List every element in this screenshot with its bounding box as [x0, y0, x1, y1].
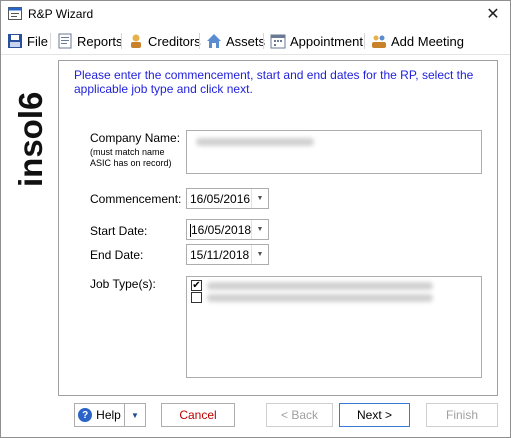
house-icon: [207, 34, 221, 48]
wizard-panel: Please enter the commencement, start and…: [58, 60, 498, 396]
chevron-down-icon: ▼: [131, 410, 139, 420]
job-type-label: Job Type(s):: [90, 277, 156, 291]
cancel-button[interactable]: Cancel: [161, 403, 235, 427]
menu-add-meeting[interactable]: Add Meeting: [371, 31, 464, 51]
job-type-checkbox-2[interactable]: [191, 292, 202, 303]
window-title: R&P Wizard: [28, 7, 94, 21]
chevron-down-icon[interactable]: ▼: [251, 220, 268, 239]
start-date-label: Start Date:: [90, 224, 148, 238]
company-name-field[interactable]: [186, 130, 482, 174]
chevron-down-icon[interactable]: ▼: [251, 245, 268, 264]
redacted-company-name: [196, 138, 314, 146]
menu-separator: [364, 33, 365, 49]
save-icon: [8, 34, 22, 48]
menu-separator: [199, 33, 200, 49]
person-icon: [131, 34, 141, 48]
menu-appointment-label: Appointment: [290, 33, 363, 49]
back-button[interactable]: < Back: [266, 403, 333, 427]
toolbar: File Reports Creditors Assets Appointmen…: [1, 27, 510, 55]
start-date-value: 16/05/2018: [191, 223, 252, 237]
app-icon: [8, 7, 22, 20]
start-date-value-wrap: 16/05/2018: [190, 223, 252, 238]
help-dropdown-button[interactable]: ▼: [125, 404, 145, 426]
report-icon: [58, 33, 72, 49]
help-button[interactable]: ? Help: [75, 404, 125, 426]
menu-add-meeting-label: Add Meeting: [391, 33, 464, 49]
menu-separator: [50, 33, 51, 49]
commencement-date-value: 16/05/2016: [190, 192, 251, 206]
redacted-job-type-1: [207, 282, 433, 290]
menu-reports-label: Reports: [77, 33, 123, 49]
company-name-label: Company Name:: [90, 131, 181, 145]
menu-separator: [263, 33, 264, 49]
next-button[interactable]: Next >: [339, 403, 410, 427]
menu-assets[interactable]: Assets: [206, 31, 265, 51]
menu-separator: [121, 33, 122, 49]
job-type-checkbox-1[interactable]: ✔: [191, 280, 202, 291]
title-bar: R&P Wizard ✕: [1, 1, 510, 27]
end-date-value: 15/11/2018: [190, 248, 250, 262]
menu-reports[interactable]: Reports: [57, 31, 123, 51]
commencement-label: Commencement:: [90, 192, 182, 206]
svg-text:insol6: insol6: [14, 92, 49, 187]
end-date-field[interactable]: 15/11/2018 ▼: [186, 244, 269, 265]
start-date-field[interactable]: 16/05/2018 ▼: [186, 219, 269, 240]
job-type-list[interactable]: ✔: [186, 276, 482, 378]
insol6-logo: insol6: [14, 92, 49, 187]
help-split-button: ? Help ▼: [74, 403, 146, 427]
end-date-label: End Date:: [90, 248, 144, 262]
calendar-icon: [270, 34, 286, 49]
menu-file[interactable]: File: [7, 31, 48, 51]
redacted-job-type-2: [207, 294, 433, 302]
company-name-note-1: (must match name: [90, 147, 165, 157]
menu-assets-label: Assets: [226, 33, 266, 49]
close-button[interactable]: ✕: [476, 1, 510, 27]
wizard-window: R&P Wizard ✕ File Reports Creditors Asse…: [0, 0, 511, 438]
finish-button[interactable]: Finish: [426, 403, 498, 427]
menu-creditors[interactable]: Creditors: [128, 31, 201, 51]
menu-file-label: File: [27, 33, 48, 49]
menu-appointment[interactable]: Appointment: [270, 31, 363, 51]
company-name-note-2: ASIC has on record): [90, 158, 172, 168]
meeting-icon: [372, 35, 386, 48]
menu-creditors-label: Creditors: [148, 33, 201, 49]
instructions-text: Please enter the commencement, start and…: [74, 68, 474, 96]
chevron-down-icon[interactable]: ▼: [251, 189, 268, 208]
commencement-date-field[interactable]: 16/05/2016 ▼: [186, 188, 269, 209]
close-icon: ✕: [486, 6, 500, 23]
help-button-label: Help: [96, 408, 121, 422]
help-icon: ?: [78, 408, 93, 422]
